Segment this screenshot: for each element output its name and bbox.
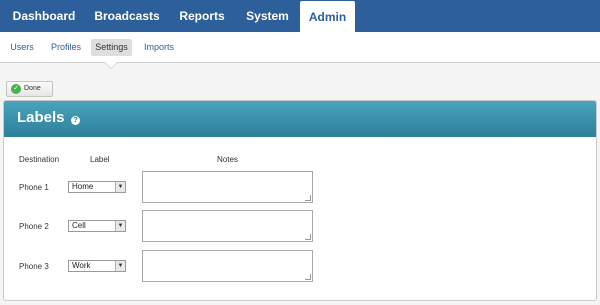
sub-nav: Users Profiles Settings Imports: [0, 32, 600, 63]
help-icon[interactable]: ?: [71, 116, 80, 125]
notes-field-phone-3[interactable]: [142, 250, 313, 282]
tab-admin[interactable]: Admin: [300, 1, 355, 32]
check-icon: ✓: [11, 84, 21, 94]
row-destination: Phone 3: [19, 262, 49, 271]
tab-broadcasts[interactable]: Broadcasts: [86, 0, 168, 32]
row-destination: Phone 2: [19, 222, 49, 231]
row-destination: Phone 1: [19, 183, 49, 192]
label-select-value: Home: [72, 182, 94, 191]
tab-system[interactable]: System: [240, 0, 295, 32]
subnav-pointer: [105, 62, 117, 68]
panel-title: Labels: [17, 109, 65, 126]
subnav-profiles[interactable]: Profiles: [47, 39, 85, 56]
chevron-down-icon: ▼: [115, 182, 125, 192]
label-select-phone-1[interactable]: Home ▼: [68, 181, 126, 193]
panel-header: Labels ?: [4, 101, 596, 137]
chevron-down-icon: ▼: [115, 261, 125, 271]
tab-dashboard[interactable]: Dashboard: [6, 0, 82, 32]
label-select-value: Cell: [72, 221, 86, 230]
done-button[interactable]: ✓ Done: [6, 81, 53, 97]
done-button-label: Done: [24, 85, 41, 92]
label-select-value: Work: [72, 261, 91, 270]
subnav-settings[interactable]: Settings: [91, 39, 132, 56]
column-header-notes: Notes: [217, 155, 238, 164]
tab-reports[interactable]: Reports: [174, 0, 230, 32]
label-select-phone-3[interactable]: Work ▼: [68, 260, 126, 272]
column-header-label: Label: [90, 155, 110, 164]
notes-field-phone-1[interactable]: [142, 171, 313, 203]
notes-field-phone-2[interactable]: [142, 210, 313, 242]
chevron-down-icon: ▼: [115, 221, 125, 231]
subnav-users[interactable]: Users: [7, 39, 37, 56]
column-header-destination: Destination: [19, 155, 60, 164]
label-select-phone-2[interactable]: Cell ▼: [68, 220, 126, 232]
top-nav: Dashboard Broadcasts Reports System Admi…: [0, 0, 600, 32]
subnav-imports[interactable]: Imports: [141, 39, 177, 56]
